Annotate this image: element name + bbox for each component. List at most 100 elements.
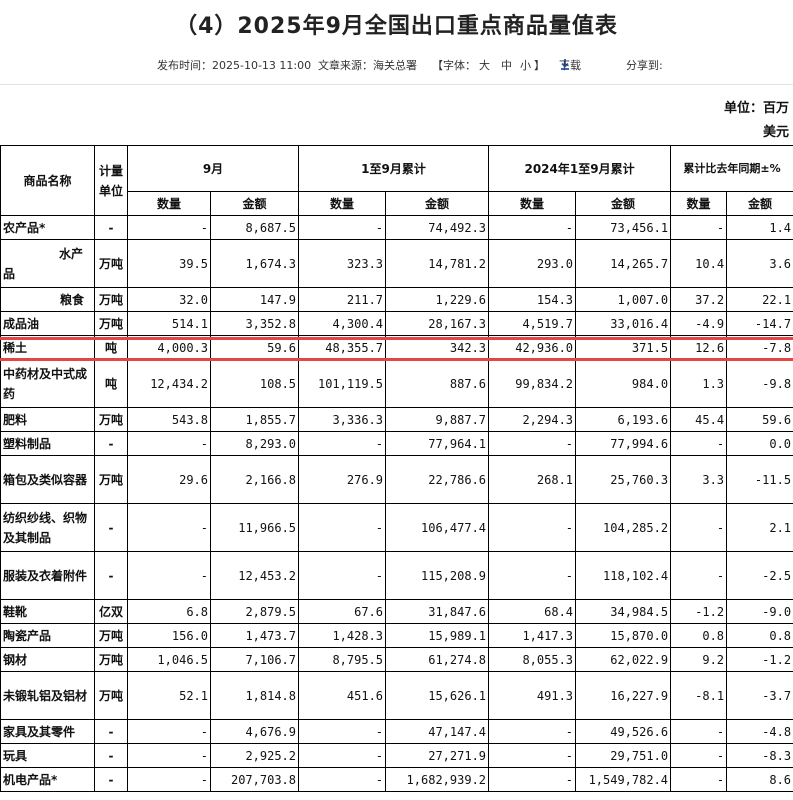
table-row: 鞋靴 亿双 6.8 2,879.5 67.6 31,847.6 68.4 34,984.5 -1…: [0, 599, 793, 624]
cell-value: 543.8: [127, 407, 211, 432]
cell-unit: -: [94, 551, 128, 600]
table-row: 未锻轧铝及铝材 万吨 52.1 1,814.8 451.6 15,626.1 491.3 16…: [0, 671, 793, 720]
cell-value: 99,834.2: [488, 359, 577, 408]
cell-value: 4,676.9: [209, 719, 300, 744]
cell-value: 2,166.8: [209, 455, 300, 504]
cell-value: -: [127, 431, 211, 456]
cell-value: 77,964.1: [385, 431, 490, 456]
cell-unit: 万吨: [94, 239, 128, 288]
cell-value: 15,989.1: [385, 623, 490, 648]
cell-value: 293.0: [488, 239, 577, 288]
header-sep: 9月: [126, 145, 300, 192]
cell-unit: 吨: [94, 335, 128, 360]
cell-value: -3.7: [726, 671, 793, 720]
cell-value: 15,870.0: [575, 623, 672, 648]
cell-value: -: [298, 767, 387, 792]
cell-value: 3,336.3: [298, 407, 387, 432]
cell-value: -4.9: [670, 311, 728, 336]
cell-unit: 万吨: [94, 407, 128, 432]
table-row: 玩具 - -2,925.2-27,271.9-29,751.0- -8.3: [0, 743, 793, 768]
cell-value: 1.3: [670, 359, 728, 408]
cell-name: 家具及其零件: [0, 719, 95, 744]
font-small-button[interactable]: 小: [520, 57, 531, 73]
table-row: 农产品* - -8,687.5-74,492.3-73,456.1-1.4: [0, 215, 793, 240]
cell-unit: 万吨: [94, 647, 128, 672]
cell-value: 147.9: [209, 287, 300, 312]
cell-value: -: [127, 719, 211, 744]
cell-value: -: [127, 503, 211, 552]
cell-value: 61,274.8: [385, 647, 490, 672]
publish-time: 发布时间：2025-10-13 11:00: [157, 59, 312, 72]
cell-value: -: [488, 503, 577, 552]
cell-value: -1.2: [670, 599, 728, 624]
cell-value: 62,022.9: [575, 647, 672, 672]
cell-value: 211.7: [298, 287, 387, 312]
cell-value: 25,760.3: [575, 455, 672, 504]
download-button[interactable]: 下载: [559, 57, 581, 72]
cell-value: 77,994.6: [575, 431, 672, 456]
cell-value: -: [670, 431, 728, 456]
cell-value: 52.1: [127, 671, 211, 720]
table-row: 粮食 万吨 32.0 147.9 211.7 1,229.6 154.3 1,007.0 37.…: [0, 287, 793, 312]
cell-value: 67.6: [298, 599, 387, 624]
cell-value: 268.1: [488, 455, 577, 504]
cell-value: 11,966.5: [209, 503, 300, 552]
header-qty: 数量: [670, 191, 728, 216]
cell-unit: -: [94, 431, 128, 456]
cell-value: -: [127, 551, 211, 600]
font-medium-button[interactable]: 中: [501, 57, 512, 73]
cell-value: 12,434.2: [127, 359, 211, 408]
cell-value: 49,526.6: [575, 719, 672, 744]
cell-value: 2,294.3: [488, 407, 577, 432]
cell-value: -1.2: [726, 647, 793, 672]
cell-value: 108.5: [209, 359, 300, 408]
cell-value: -: [670, 215, 728, 240]
cell-value: 2.1: [726, 503, 793, 552]
font-large-button[interactable]: 大: [479, 57, 490, 73]
cell-name: 稀土: [0, 335, 95, 360]
cell-value: 491.3: [488, 671, 577, 720]
cell-value: 68.4: [488, 599, 577, 624]
cell-value: -: [298, 719, 387, 744]
cell-value: -: [298, 743, 387, 768]
cell-name: 水产品: [0, 239, 95, 288]
cell-value: 31,847.6: [385, 599, 490, 624]
page-title: （4）2025年9月全国出口重点商品量值表: [175, 14, 618, 39]
header-qty: 数量: [127, 191, 211, 216]
cell-value: 6.8: [127, 599, 211, 624]
cell-value: 39.5: [127, 239, 211, 288]
cell-unit: 吨: [94, 359, 128, 408]
cell-unit: 万吨: [94, 623, 128, 648]
cell-value: 8.6: [726, 767, 793, 792]
cell-unit: -: [94, 767, 128, 792]
cell-value: 22.1: [726, 287, 793, 312]
cell-value: 1,814.8: [209, 671, 300, 720]
cell-value: 106,477.4: [385, 503, 490, 552]
cell-value: 48,355.7: [298, 335, 387, 360]
cell-value: 3.3: [670, 455, 728, 504]
cell-value: 451.6: [298, 671, 387, 720]
cell-value: -: [127, 767, 211, 792]
cell-value: 371.5: [575, 335, 672, 360]
font-size-label: 【字体：: [432, 59, 476, 72]
cell-name: 肥料: [0, 407, 95, 432]
cell-value: 29,751.0: [575, 743, 672, 768]
cell-value: -: [670, 551, 728, 600]
cell-value: 1,549,782.4: [575, 767, 672, 792]
cell-name: 塑料制品: [0, 431, 95, 456]
cell-value: 1,855.7: [209, 407, 300, 432]
cell-value: -: [488, 215, 577, 240]
cell-value: 276.9: [298, 455, 387, 504]
cell-value: 1,674.3: [209, 239, 300, 288]
cell-value: 6,193.6: [575, 407, 672, 432]
article-source: 文章来源：海关总署: [318, 59, 417, 72]
cell-value: 342.3: [385, 335, 490, 360]
cell-value: -2.5: [726, 551, 793, 600]
cell-value: 12.6: [670, 335, 728, 360]
table-row: 成品油 万吨 514.1 3,352.8 4,300.4 28,167.3 4,519.7 3…: [0, 311, 793, 336]
cell-value: 8,795.5: [298, 647, 387, 672]
cell-value: -7.8: [726, 335, 793, 360]
header-ytd-2024: 2024年1至9月累计: [488, 145, 672, 192]
cell-value: 1,417.3: [488, 623, 577, 648]
cell-unit: -: [94, 215, 128, 240]
